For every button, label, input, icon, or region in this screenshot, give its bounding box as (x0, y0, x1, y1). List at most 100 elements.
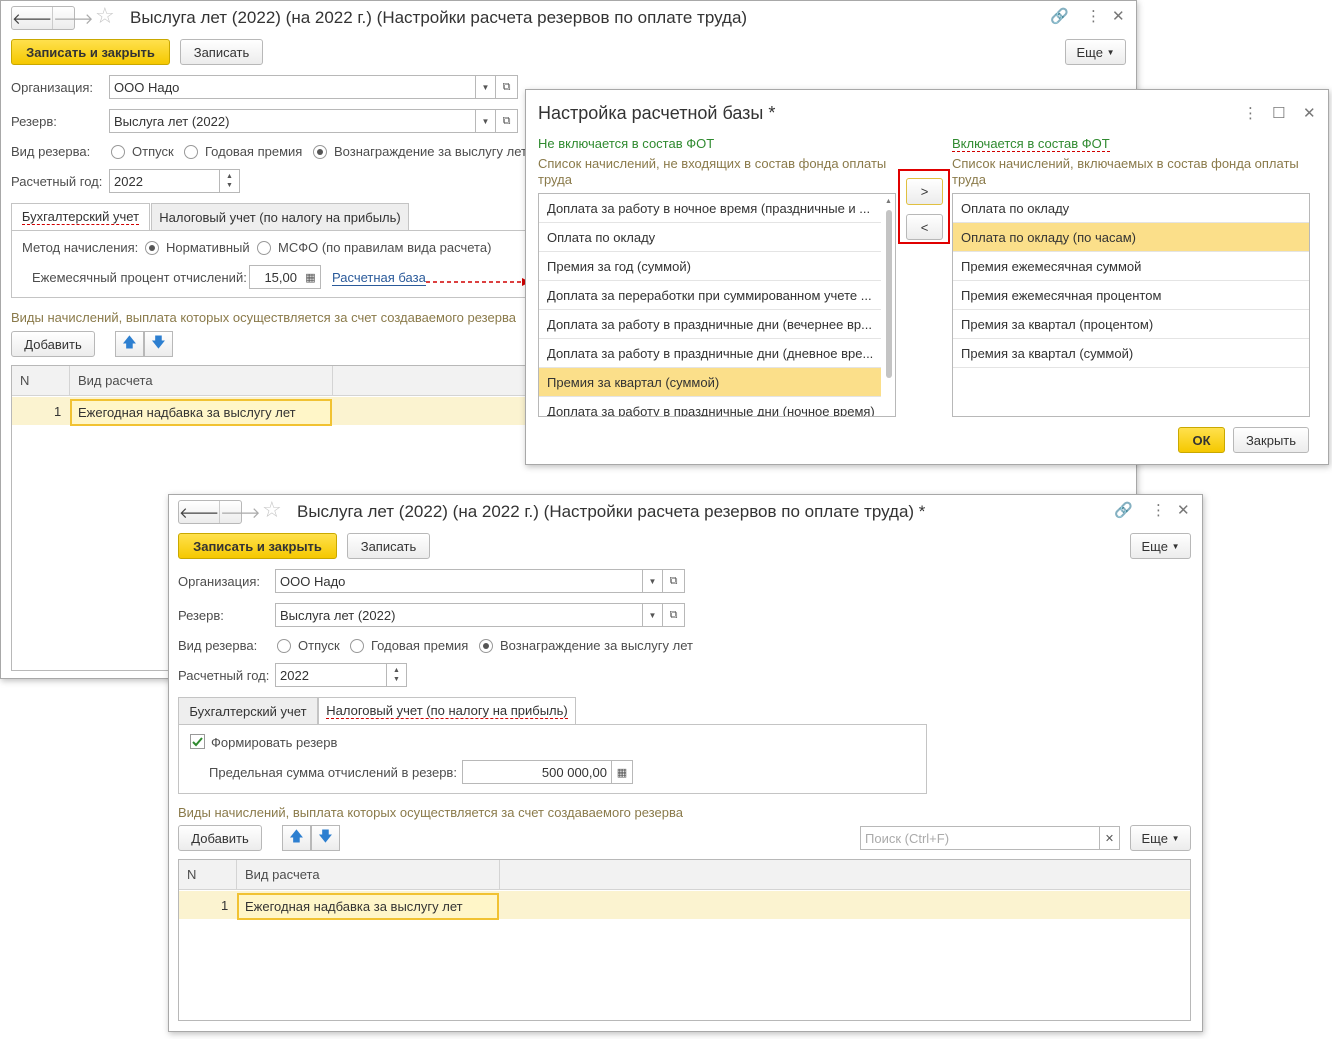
open-icon[interactable]: ⧉ (496, 109, 518, 133)
open-icon[interactable]: ⧉ (663, 603, 685, 627)
back-arrow-icon[interactable]: 🡐 (12, 7, 52, 29)
excluded-list: Доплата за работу в ночное время (праздн… (538, 193, 896, 417)
link-icon[interactable]: 🔗 (1050, 7, 1069, 25)
radio-seniority[interactable] (313, 145, 327, 159)
radio-ifrs[interactable] (257, 241, 271, 255)
search-input[interactable]: Поиск (Ctrl+F) (860, 826, 1100, 850)
open-icon[interactable]: ⧉ (663, 569, 685, 593)
list-item-selected[interactable]: Оплата по окладу (по часам) (953, 223, 1309, 252)
move-right-button[interactable]: > (906, 178, 943, 205)
table-row[interactable]: 1 Ежегодная надбавка за выслугу лет (12, 397, 531, 426)
col-kind[interactable]: Вид расчета (70, 366, 333, 396)
chevron-down-icon[interactable]: ▼ (476, 109, 496, 133)
calc-base-link[interactable]: Расчетная база (332, 270, 426, 286)
list-item[interactable]: Доплата за переработки при суммированном… (539, 281, 881, 310)
more-label: Еще (1076, 44, 1103, 60)
row-kind[interactable]: Ежегодная надбавка за выслугу лет (70, 399, 332, 426)
open-icon[interactable]: ⧉ (496, 75, 518, 99)
scrollbar[interactable]: ▲ (885, 198, 893, 412)
form-reserve-checkbox[interactable] (190, 734, 205, 749)
year-field[interactable]: 2022 (275, 663, 387, 687)
scroll-up-icon[interactable]: ▲ (885, 198, 892, 205)
add-button[interactable]: Добавить (11, 331, 95, 357)
chevron-down-icon[interactable]: ▼ (643, 569, 663, 593)
back-arrow-icon[interactable]: 🡐 (179, 501, 219, 523)
move-up-icon[interactable]: 🡅 (282, 825, 311, 851)
menu-dots-icon[interactable]: ⋮ (1151, 501, 1166, 519)
year-spinner[interactable]: ▲ ▼ (387, 663, 407, 687)
tab-accounting[interactable]: Бухгалтерский учет (11, 203, 150, 231)
right-list-heading: Включается в состав ФОТ (952, 136, 1110, 152)
list-item[interactable]: Премия ежемесячная процентом (953, 281, 1309, 310)
ok-button[interactable]: ОК (1178, 427, 1225, 453)
scroll-thumb[interactable] (886, 210, 892, 378)
more-button-table[interactable]: Еще ▼ (1130, 825, 1191, 851)
table-row[interactable]: 1 Ежегодная надбавка за выслугу лет (179, 891, 1190, 920)
move-down-icon[interactable]: 🡇 (144, 331, 173, 357)
list-item[interactable]: Премия за квартал (процентом) (953, 310, 1309, 339)
radio-seniority[interactable] (479, 639, 493, 653)
menu-dots-icon[interactable]: ⋮ (1243, 104, 1258, 122)
year-spinner[interactable]: ▲ ▼ (220, 169, 240, 193)
calculator-icon[interactable]: ▦ (301, 265, 321, 289)
close-icon[interactable]: ✕ (1112, 7, 1125, 25)
close-icon[interactable]: ✕ (1177, 501, 1190, 519)
favorite-star-icon[interactable]: ☆ (262, 497, 282, 523)
tab-tax[interactable]: Налоговый учет (по налогу на прибыль) (151, 203, 409, 231)
calculator-icon[interactable]: ▦ (612, 760, 633, 784)
row-number: 1 (54, 404, 62, 419)
save-and-close-button[interactable]: Записать и закрыть (178, 533, 337, 559)
save-button[interactable]: Записать (180, 39, 263, 65)
radio-vacation-label: Отпуск (132, 144, 174, 159)
add-button[interactable]: Добавить (178, 825, 262, 851)
chevron-down-icon: ▼ (1171, 833, 1180, 843)
reserve-field[interactable]: Выслуга лет (2022) (275, 603, 643, 627)
row-kind[interactable]: Ежегодная надбавка за выслугу лет (237, 893, 499, 920)
list-item[interactable]: Премия за год (суммой) (539, 252, 881, 281)
more-button[interactable]: Еще ▼ (1065, 39, 1126, 65)
list-item[interactable]: Доплата за работу в праздничные дни (ноч… (539, 397, 881, 416)
list-item[interactable]: Премия ежемесячная суммой (953, 252, 1309, 281)
link-icon[interactable]: 🔗 (1114, 501, 1133, 519)
year-field[interactable]: 2022 (109, 169, 220, 193)
list-item[interactable]: Оплата по окладу (539, 223, 881, 252)
more-button[interactable]: Еще ▼ (1130, 533, 1191, 559)
radio-normative[interactable] (145, 241, 159, 255)
maximize-icon[interactable]: ☐ (1272, 104, 1285, 122)
list-item[interactable]: Оплата по окладу (953, 194, 1309, 223)
chevron-down-icon[interactable]: ▼ (476, 75, 496, 99)
move-up-icon[interactable]: 🡅 (115, 331, 144, 357)
move-left-button[interactable]: < (906, 214, 943, 240)
col-kind[interactable]: Вид расчета (237, 860, 500, 890)
org-field[interactable]: ООО Надо (109, 75, 476, 99)
radio-vacation[interactable] (111, 145, 125, 159)
percent-field[interactable]: 15,00 (249, 265, 302, 289)
clear-search-icon[interactable]: ✕ (1100, 826, 1120, 850)
save-button[interactable]: Записать (347, 533, 430, 559)
reserve-field[interactable]: Выслуга лет (2022) (109, 109, 476, 133)
limit-field[interactable]: 500 000,00 (462, 760, 612, 784)
close-button[interactable]: Закрыть (1233, 427, 1309, 453)
forward-arrow-icon[interactable]: 🡒 (219, 501, 260, 523)
radio-vacation[interactable] (277, 639, 291, 653)
menu-dots-icon[interactable]: ⋮ (1086, 7, 1101, 25)
radio-annual-bonus[interactable] (184, 145, 198, 159)
col-n[interactable]: N (12, 366, 70, 396)
save-and-close-button[interactable]: Записать и закрыть (11, 39, 170, 65)
reserve-kind-label: Вид резерва: (178, 638, 258, 653)
col-n[interactable]: N (179, 860, 237, 890)
tab-tax[interactable]: Налоговый учет (по налогу на прибыль) (318, 697, 576, 725)
chevron-down-icon[interactable]: ▼ (643, 603, 663, 627)
tab-accounting[interactable]: Бухгалтерский учет (178, 697, 318, 725)
radio-annual-bonus[interactable] (350, 639, 364, 653)
org-field[interactable]: ООО Надо (275, 569, 643, 593)
move-down-icon[interactable]: 🡇 (311, 825, 340, 851)
list-item[interactable]: Доплата за работу в праздничные дни (веч… (539, 310, 881, 339)
list-item[interactable]: Премия за квартал (суммой) (953, 339, 1309, 368)
list-item[interactable]: Доплата за работу в ночное время (праздн… (539, 194, 881, 223)
list-item[interactable]: Доплата за работу в праздничные дни (дне… (539, 339, 881, 368)
list-item-selected[interactable]: Премия за квартал (суммой) (539, 368, 881, 397)
close-icon[interactable]: ✕ (1303, 104, 1316, 122)
favorite-star-icon[interactable]: ☆ (95, 3, 115, 29)
forward-arrow-icon[interactable]: 🡒 (52, 7, 93, 29)
